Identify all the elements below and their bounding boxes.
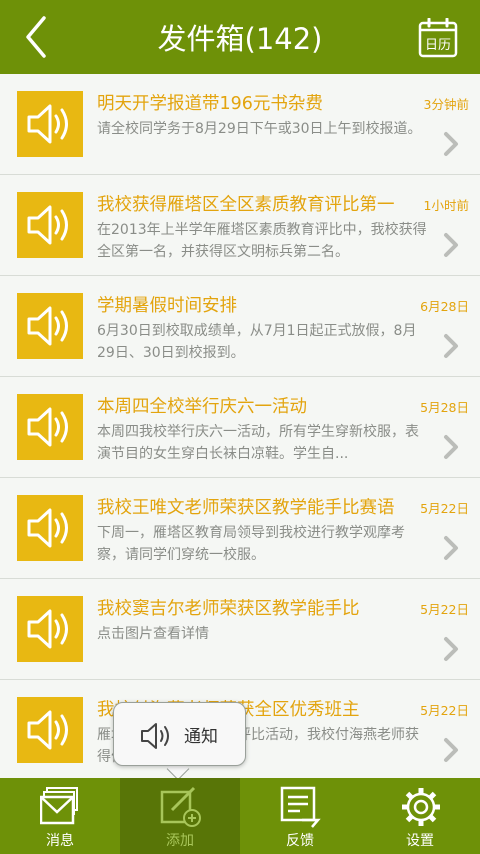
item-time: 6月28日	[420, 299, 469, 314]
list-item[interactable]: 本周四全校举行庆六一活动 5月28日 本周四我校举行庆六一活动，所有学生穿新校服…	[0, 377, 480, 478]
speaker-icon	[27, 104, 68, 144]
list-item[interactable]: 学期暑假时间安排 6月28日 6月30日到校取成绩单，从7月1日起正式放假，8月…	[0, 276, 480, 377]
item-thumbnail	[17, 596, 83, 662]
tab-add[interactable]: 添加	[120, 778, 240, 854]
item-time: 1小时前	[423, 198, 469, 213]
page-title: 发件箱(142)	[157, 22, 323, 56]
item-description: 6月30日到校取成绩单，从7月1日起正式放假，8月29日、30日到校报到。	[97, 323, 417, 361]
tab-label: 添加	[166, 833, 194, 849]
item-thumbnail	[17, 394, 83, 460]
speaker-icon	[27, 710, 68, 750]
calendar-label: 日历	[424, 38, 451, 53]
chevron-right-icon	[444, 637, 458, 661]
item-time: 5月28日	[420, 400, 469, 415]
chevron-right-icon	[444, 536, 458, 560]
tab-messages[interactable]: 消息	[0, 778, 120, 854]
item-time: 5月22日	[420, 703, 469, 718]
tab-feedback[interactable]: 反馈	[240, 778, 360, 854]
item-thumbnail	[17, 192, 83, 258]
item-description: 下周一，雁塔区教育局领导到我校进行教学观摩考察，请同学们穿统一校服。	[97, 525, 405, 563]
list-item[interactable]: 我校窦吉尔老师荣获区教学能手比 5月22日 点击图片查看详情	[0, 579, 480, 680]
feedback-doc-icon	[280, 786, 321, 828]
item-description: 本周四我校举行庆六一活动，所有学生穿新校服，表演节目的女生穿白长袜白凉鞋。学生自…	[97, 424, 419, 462]
speaker-icon	[27, 306, 68, 346]
mail-stack-icon	[40, 787, 78, 825]
speaker-icon	[141, 723, 169, 749]
chevron-right-icon	[444, 132, 458, 156]
speaker-icon	[27, 508, 68, 548]
item-thumbnail	[17, 495, 83, 561]
list-item[interactable]: 明天开学报道带196元书杂费 3分钟前 请全校同学务于8月29日下午或30日上午…	[0, 74, 480, 175]
chevron-right-icon	[444, 233, 458, 257]
speaker-icon	[27, 205, 68, 245]
calendar-button[interactable]: 日历	[418, 18, 458, 58]
popup-label: 通知	[184, 727, 218, 747]
item-title: 我校窦吉尔老师荣获区教学能手比	[97, 599, 360, 619]
item-title: 本周四全校举行庆六一活动	[97, 397, 307, 417]
gear-icon	[402, 788, 440, 826]
chevron-right-icon	[444, 435, 458, 459]
speaker-icon	[27, 407, 68, 447]
message-list[interactable]: 明天开学报道带196元书杂费 3分钟前 请全校同学务于8月29日下午或30日上午…	[0, 74, 480, 778]
list-item[interactable]: 我校王唯文老师荣获区教学能手比赛语 5月22日 下周一，雁塔区教育局领导到我校进…	[0, 478, 480, 579]
item-description: 在2013年上半学年雁塔区素质教育评比中，我校获得全区第一名，并获得区文明标兵第…	[97, 222, 427, 260]
top-bar: 发件箱(142) 日历	[0, 0, 480, 74]
bottom-tab-bar: 消息 添加 反馈 设置	[0, 778, 480, 854]
item-time: 5月22日	[420, 501, 469, 516]
item-title: 明天开学报道带196元书杂费	[97, 94, 323, 114]
item-description: 请全校同学务于8月29日下午或30日上午到校报道。	[97, 121, 422, 137]
chevron-right-icon	[444, 334, 458, 358]
tab-label: 反馈	[286, 833, 314, 849]
item-time: 3分钟前	[423, 97, 469, 112]
speaker-icon	[27, 609, 68, 649]
item-title: 我校王唯文老师荣获区教学能手比赛语	[97, 498, 395, 518]
item-thumbnail	[17, 91, 83, 157]
item-thumbnail	[17, 293, 83, 359]
notice-popup-button[interactable]: 通知	[113, 702, 246, 766]
list-item[interactable]: 我校获得雁塔区全区素质教育评比第一 1小时前 在2013年上半学年雁塔区素质教育…	[0, 175, 480, 276]
tab-label: 消息	[46, 833, 74, 849]
item-title: 学期暑假时间安排	[97, 296, 237, 316]
chevron-right-icon	[444, 738, 458, 762]
item-time: 5月22日	[420, 602, 469, 617]
item-description: 点击图片查看详情	[97, 626, 209, 642]
tab-label: 设置	[406, 833, 434, 849]
compose-add-icon	[160, 786, 201, 827]
item-thumbnail	[17, 697, 83, 763]
item-title: 我校获得雁塔区全区素质教育评比第一	[97, 195, 395, 215]
tab-settings[interactable]: 设置	[360, 778, 480, 854]
